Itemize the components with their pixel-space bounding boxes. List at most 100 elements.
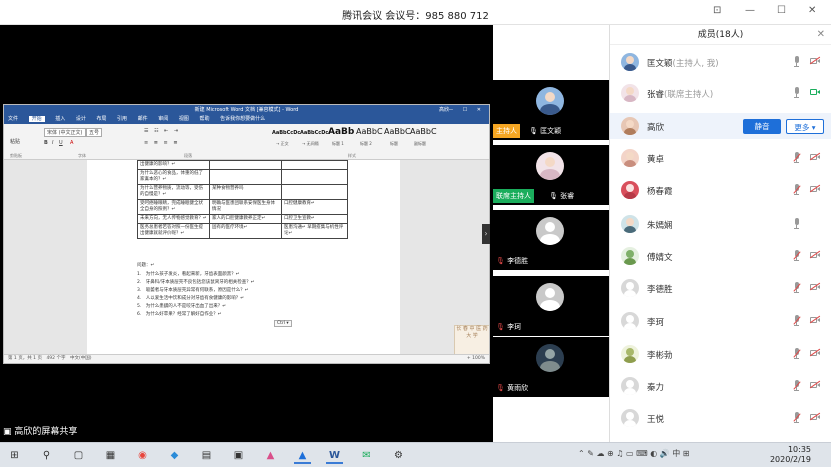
paragraph-align-icon[interactable]: ≡ ≣ ≡ ≣: [144, 140, 180, 146]
word-tab[interactable]: 视图: [179, 116, 189, 122]
member-row-selected[interactable]: 高欣 静音 更多 ▾: [610, 113, 831, 139]
mic-muted-icon[interactable]: [793, 250, 801, 261]
paragraph-list-icon[interactable]: ☰ ☷ ⇤ ⇥: [144, 128, 180, 134]
document-page[interactable]: 出健康的影响？↵ 为什么恶心的食品，体重的低了家禽本的？↵ 为什么营养物质，流动…: [87, 160, 400, 354]
task-view-icon[interactable]: ▢: [70, 447, 87, 464]
style-sample[interactable]: AaBbCcDc: [300, 130, 328, 136]
video-tile[interactable]: 🎙 李珂: [493, 276, 609, 336]
word-tab[interactable]: 帮助: [199, 116, 209, 122]
mic-muted-icon[interactable]: [793, 412, 801, 423]
style-sample[interactable]: AaBbC: [410, 127, 437, 136]
style-sample[interactable]: AaBbC: [356, 127, 383, 136]
font-size-select[interactable]: 五号: [86, 128, 103, 137]
italic-button[interactable]: I: [52, 140, 53, 146]
member-row[interactable]: 李珂: [610, 308, 831, 334]
font-color-icon[interactable]: A: [70, 140, 73, 146]
start-icon[interactable]: ⊞: [6, 447, 23, 464]
zoom-level[interactable]: + 100%: [467, 355, 485, 363]
video-tile[interactable]: 🎙 黄雨欣: [493, 337, 609, 397]
search-icon[interactable]: ⚲: [38, 447, 55, 464]
camera-off-icon[interactable]: [809, 184, 821, 193]
pin-icon[interactable]: ⊡: [713, 5, 721, 16]
member-row[interactable]: 朱嫣娴: [610, 211, 831, 237]
video-tile[interactable]: 主持人 🎙 匡文颖: [493, 80, 609, 140]
table-row: 为什么营养物质，流动等，受伤的自慢是？↵ 某种食物营养吗: [137, 184, 348, 200]
camera-off-icon[interactable]: [809, 152, 821, 161]
paste-options-tag[interactable]: Ctrl ▾: [274, 320, 292, 327]
camera-off-icon[interactable]: [809, 412, 821, 421]
taskbar-clock[interactable]: 10:35 2020/2/19: [770, 445, 811, 465]
mute-button[interactable]: 静音: [743, 119, 781, 134]
word-window-controls: — ☐ ✕: [448, 107, 485, 113]
more-button[interactable]: 更多 ▾: [786, 119, 824, 134]
member-name: 匡文颖(主持人, 我): [647, 59, 719, 69]
app-icon[interactable]: ◆: [166, 447, 183, 464]
close-button[interactable]: ✕: [808, 5, 816, 16]
word-tab[interactable]: 审阅: [158, 116, 168, 122]
style-label: 副标题: [414, 141, 426, 146]
minimize-button[interactable]: —: [745, 5, 755, 16]
word-icon[interactable]: W: [326, 447, 343, 464]
style-sample[interactable]: AaBbCcDc: [272, 130, 300, 136]
bold-button[interactable]: B: [44, 140, 48, 146]
word-tell-me[interactable]: 告诉我你想要做什么: [220, 116, 265, 122]
mic-icon[interactable]: [793, 87, 800, 98]
member-row[interactable]: 李彬勃: [610, 341, 831, 367]
camera-off-icon[interactable]: [809, 380, 821, 389]
word-tab-active[interactable]: 开始: [28, 116, 45, 122]
table-row: 受呵癌睡眼睛，完成睡眠健全状全自身的照例？↵ 明确与医患团联系安保医生身体情况 口腔…: [137, 199, 348, 215]
word-tab[interactable]: 设计: [76, 116, 86, 122]
camera-off-icon[interactable]: [809, 282, 821, 291]
mic-muted-icon[interactable]: [793, 282, 801, 293]
member-row[interactable]: 匡文颖(主持人, 我): [610, 49, 831, 75]
wechat-icon[interactable]: ✉: [358, 447, 375, 464]
word-tab[interactable]: 文件: [8, 116, 18, 122]
mic-icon[interactable]: [793, 56, 800, 67]
maximize-button[interactable]: ☐: [777, 5, 786, 16]
camera-off-icon[interactable]: [809, 56, 821, 65]
member-row[interactable]: 杨春霞: [610, 177, 831, 203]
app-icon[interactable]: ▲: [262, 447, 279, 464]
video-tile[interactable]: 🎙 李德胜: [493, 210, 609, 270]
underline-button[interactable]: U: [59, 140, 63, 146]
paste-button[interactable]: 粘贴: [10, 138, 20, 145]
mic-muted-icon[interactable]: [793, 152, 801, 163]
table-row: 医务总患者若答对照一份医生提出健康就就评价呢？↵ 固有的医疗环境↵ 医患沟通↵ 早期…: [137, 223, 348, 239]
word-tab[interactable]: 引用: [117, 116, 127, 122]
avatar: [621, 84, 639, 102]
member-row[interactable]: 秦力: [610, 373, 831, 399]
member-row[interactable]: 黄卓: [610, 145, 831, 171]
member-row[interactable]: 傅婧文: [610, 243, 831, 269]
meeting-title-bar: 腾讯会议 会议号：985 880 712 ⊡ — ☐ ✕: [0, 0, 831, 25]
calculator-icon[interactable]: ▣: [230, 447, 247, 464]
style-sample[interactable]: AaBb: [328, 127, 354, 137]
windows-taskbar: ⊞ ⚲ ▢ ▦ ◉ ◆ ▤ ▣ ▲ ▲ W ✉ ⚙ ⌃ ✎ ☁ ⊕ ♫ ▭ ⌨ …: [0, 442, 831, 467]
camera-on-icon[interactable]: [810, 88, 821, 96]
font-name-select[interactable]: 宋体 (中文正文): [44, 128, 86, 137]
member-row[interactable]: 王悦: [610, 405, 831, 431]
system-tray[interactable]: ⌃ ✎ ☁ ⊕ ♫ ▭ ⌨ ◐ 🔊 中 ⊞: [578, 448, 689, 459]
tencent-meeting-icon[interactable]: ▲: [294, 447, 311, 464]
word-tab[interactable]: 邮件: [138, 116, 148, 122]
tile-nav-arrow[interactable]: ›: [482, 224, 490, 244]
mic-muted-icon[interactable]: [793, 315, 801, 326]
member-name: 张睿(联席主持人): [647, 90, 714, 100]
member-row[interactable]: 张睿(联席主持人): [610, 80, 831, 106]
camera-off-icon[interactable]: [809, 250, 821, 259]
word-tab[interactable]: 布局: [96, 116, 106, 122]
app-icon[interactable]: ▤: [198, 447, 215, 464]
file-explorer-icon[interactable]: ▦: [102, 447, 119, 464]
member-row[interactable]: 李德胜: [610, 275, 831, 301]
camera-off-icon[interactable]: [809, 348, 821, 357]
word-tab[interactable]: 插入: [55, 116, 65, 122]
camera-off-icon[interactable]: [809, 315, 821, 324]
mic-muted-icon[interactable]: [793, 348, 801, 359]
close-icon[interactable]: ✕: [817, 29, 825, 40]
mic-muted-icon[interactable]: [793, 380, 801, 391]
mic-muted-icon[interactable]: [793, 184, 801, 195]
style-sample[interactable]: AaBbC: [384, 127, 411, 136]
chrome-icon[interactable]: ◉: [134, 447, 151, 464]
video-tile[interactable]: 联席主持人 🎙 张睿: [493, 145, 609, 205]
settings-icon[interactable]: ⚙: [390, 447, 407, 464]
mic-icon[interactable]: [793, 218, 800, 229]
